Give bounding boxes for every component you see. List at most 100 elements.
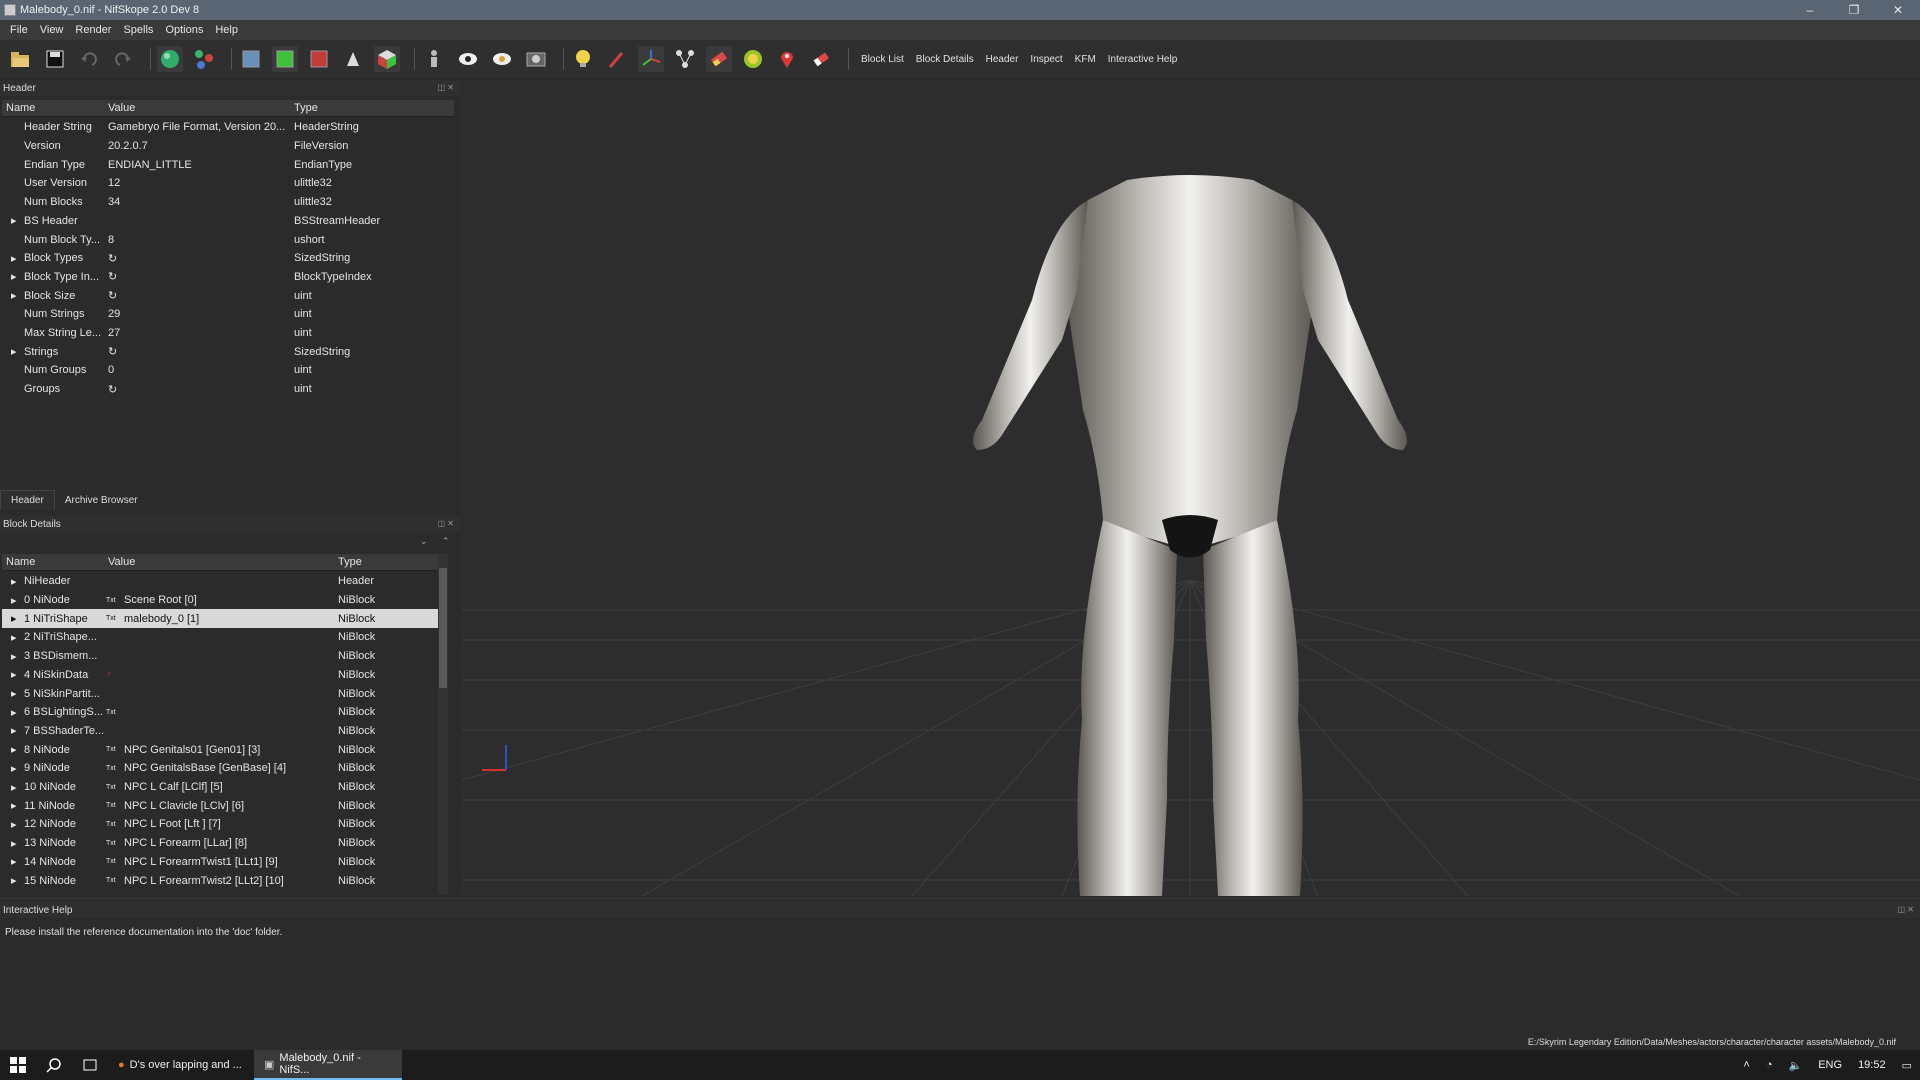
- row-value[interactable]: NPC L Foot [Lft ] [7]: [124, 818, 336, 830]
- block-list-button[interactable]: Block List: [855, 54, 910, 65]
- expand-arrow-icon[interactable]: ▸: [11, 345, 17, 358]
- tray-chevron-icon[interactable]: ˄: [1743, 1059, 1749, 1071]
- row-value[interactable]: 20.2.0.7: [108, 140, 292, 152]
- globe-icon[interactable]: [740, 46, 766, 72]
- interactive-help-button[interactable]: Interactive Help: [1102, 54, 1183, 65]
- row-value[interactable]: 0: [108, 364, 292, 376]
- row-value[interactable]: 34: [108, 196, 292, 208]
- menu-file[interactable]: File: [4, 24, 34, 36]
- expand-up-icon[interactable]: ⌃: [442, 536, 450, 547]
- bones-icon[interactable]: [672, 46, 698, 72]
- block-row[interactable]: ▸ 6 BSLightingS... Txt NiBlock: [2, 703, 440, 722]
- nodes-icon[interactable]: [191, 46, 217, 72]
- minimize-button[interactable]: –: [1788, 0, 1832, 20]
- tab-header[interactable]: Header: [0, 490, 55, 510]
- row-value[interactable]: 8: [108, 234, 292, 246]
- paint-icon[interactable]: [706, 46, 732, 72]
- block-details-button[interactable]: Block Details: [910, 54, 980, 65]
- expand-arrow-icon[interactable]: ▸: [11, 706, 17, 719]
- block-row[interactable]: ▸ 0 NiNode Txt Scene Root [0] NiBlock: [2, 591, 440, 610]
- collapse-icon[interactable]: ⌄: [420, 536, 428, 547]
- expand-arrow-icon[interactable]: ▸: [11, 781, 17, 794]
- row-value[interactable]: NPC L ForearmTwist1 [LLt1] [9]: [124, 856, 336, 868]
- expand-arrow-icon[interactable]: ▸: [11, 612, 17, 625]
- expand-arrow-icon[interactable]: ▸: [11, 594, 17, 607]
- header-row[interactable]: ▸ Strings ↻ SizedString: [2, 342, 454, 361]
- pin-icon[interactable]: [774, 46, 800, 72]
- row-value[interactable]: Scene Root [0]: [124, 594, 336, 606]
- dock-buttons-icon[interactable]: ◫ ✕: [438, 83, 454, 92]
- expand-arrow-icon[interactable]: ▸: [11, 818, 17, 831]
- eraser-icon[interactable]: [808, 46, 834, 72]
- clock[interactable]: 19:52: [1858, 1059, 1886, 1071]
- header-row[interactable]: ▸ Block Type In... ↻ BlockTypeIndex: [2, 268, 454, 287]
- language-indicator[interactable]: ENG: [1818, 1059, 1842, 1071]
- block-row[interactable]: ▸ 11 NiNode Txt NPC L Clavicle [LClv] [6] Ni…: [2, 796, 440, 815]
- menu-help[interactable]: Help: [209, 24, 244, 36]
- row-value[interactable]: Gamebryo File Format, Version 20...: [108, 121, 292, 133]
- column-name[interactable]: Name: [6, 556, 35, 568]
- block-row[interactable]: ▸ 12 NiNode Txt NPC L Foot [Lft ] [7] NiBloc…: [2, 815, 440, 834]
- header-row[interactable]: ▸ Block Size ↻ uint: [2, 286, 454, 305]
- row-value[interactable]: NPC L Clavicle [LClv] [6]: [124, 800, 336, 812]
- block-row[interactable]: ▸ 14 NiNode Txt NPC L ForearmTwist1 [LLt1] …: [2, 853, 440, 872]
- row-value[interactable]: NPC Genitals01 [Gen01] [3]: [124, 744, 336, 756]
- block-row[interactable]: ▸ NiHeader Header: [2, 572, 440, 591]
- expand-arrow-icon[interactable]: ▸: [11, 631, 17, 644]
- column-value[interactable]: Value: [108, 556, 135, 568]
- light-bulb-icon[interactable]: [570, 46, 596, 72]
- block-row[interactable]: ▸ 13 NiNode Txt NPC L Forearm [LLar] [8] NiB…: [2, 834, 440, 853]
- inspect-button[interactable]: Inspect: [1024, 54, 1068, 65]
- row-value[interactable]: NPC L Forearm [LLar] [8]: [124, 837, 336, 849]
- network-icon[interactable]: ◔: [1766, 1059, 1773, 1071]
- iso-cube-icon[interactable]: [374, 46, 400, 72]
- column-name[interactable]: Name: [6, 102, 35, 114]
- expand-arrow-icon[interactable]: ▸: [11, 724, 17, 737]
- save-icon[interactable]: [42, 46, 68, 72]
- close-button[interactable]: ✕: [1876, 0, 1920, 20]
- expand-arrow-icon[interactable]: ▸: [11, 855, 17, 868]
- undo-icon[interactable]: [76, 46, 102, 72]
- header-row[interactable]: Groups ↻ uint: [2, 380, 454, 399]
- open-icon[interactable]: [8, 46, 34, 72]
- block-row[interactable]: ▸ 15 NiNode Txt NPC L ForearmTwist2 [LLt2] …: [2, 871, 440, 890]
- header-row[interactable]: Num Groups 0 uint: [2, 361, 454, 380]
- block-row[interactable]: ▸ 1 NiTriShape Txt malebody_0 [1] NiBlock: [2, 609, 440, 629]
- block-row[interactable]: ▸ 3 BSDismem... NiBlock: [2, 647, 440, 666]
- dock-buttons-icon[interactable]: ◫ ✕: [438, 519, 454, 528]
- row-value[interactable]: 27: [108, 327, 292, 339]
- column-type[interactable]: Type: [338, 556, 362, 568]
- menu-options[interactable]: Options: [159, 24, 209, 36]
- walk-icon[interactable]: [340, 46, 366, 72]
- header-row[interactable]: ▸ Block Types ↻ SizedString: [2, 249, 454, 268]
- figure-icon[interactable]: [421, 46, 447, 72]
- row-value[interactable]: malebody_0 [1]: [124, 613, 336, 625]
- kfm-button[interactable]: KFM: [1069, 54, 1102, 65]
- search-icon[interactable]: [36, 1050, 72, 1080]
- block-list-scrollbar[interactable]: [438, 554, 448, 894]
- camera-icon[interactable]: [523, 46, 549, 72]
- menu-render[interactable]: Render: [69, 24, 117, 36]
- expand-arrow-icon[interactable]: ▸: [11, 837, 17, 850]
- scrollbar-thumb[interactable]: [439, 568, 447, 688]
- expand-arrow-icon[interactable]: ▸: [11, 214, 17, 227]
- tab-archive-browser[interactable]: Archive Browser: [55, 491, 148, 510]
- start-button[interactable]: [0, 1050, 36, 1080]
- header-row[interactable]: Num Strings 29 uint: [2, 305, 454, 324]
- row-value[interactable]: NPC L Calf [LClf] [5]: [124, 781, 336, 793]
- block-row[interactable]: ▸ 8 NiNode Txt NPC Genitals01 [Gen01] [3] Ni…: [2, 740, 440, 759]
- header-row[interactable]: Num Block Ty... 8 ushort: [2, 230, 454, 249]
- expand-arrow-icon[interactable]: ▸: [11, 668, 17, 681]
- header-row[interactable]: Max String Le... 27 uint: [2, 324, 454, 343]
- axes-icon[interactable]: [638, 46, 664, 72]
- eye-icon[interactable]: [455, 46, 481, 72]
- taskbar-firefox[interactable]: ● D's over lapping and ...: [108, 1050, 254, 1080]
- row-value[interactable]: NPC L ForearmTwist2 [LLt2] [10]: [124, 875, 336, 887]
- cube-front-icon[interactable]: [238, 46, 264, 72]
- maximize-button[interactable]: ❐: [1832, 0, 1876, 20]
- header-row[interactable]: Version 20.2.0.7 FileVersion: [2, 137, 454, 156]
- taskbar-nifskope[interactable]: ▣ Malebody_0.nif - NifS...: [254, 1050, 402, 1080]
- header-row[interactable]: Endian Type ENDIAN_LITTLE EndianType: [2, 155, 454, 174]
- block-row[interactable]: ▸ 5 NiSkinPartit... NiBlock: [2, 684, 440, 703]
- redo-icon[interactable]: [110, 46, 136, 72]
